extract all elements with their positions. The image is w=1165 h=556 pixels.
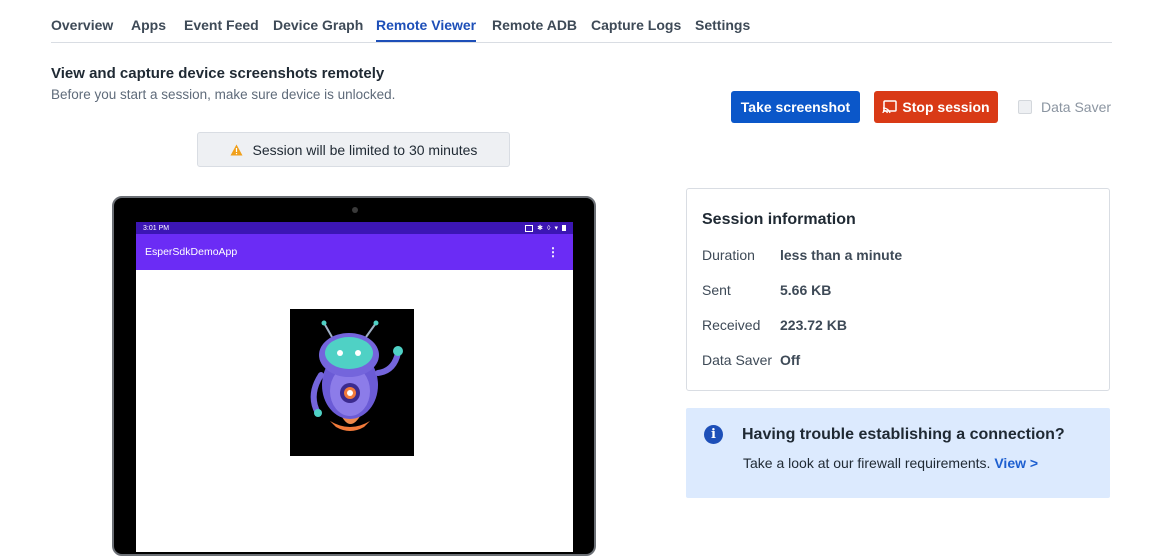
- tab-remote-adb[interactable]: Remote ADB: [492, 17, 577, 33]
- help-title: Having trouble establishing a connection…: [742, 426, 1065, 443]
- tab-settings[interactable]: Settings: [695, 17, 750, 33]
- info-value: 5.66 KB: [780, 282, 832, 298]
- device-app-title: EsperSdkDemoApp: [145, 246, 238, 258]
- device-status-time: 3:01 PM: [143, 224, 170, 232]
- data-saver-checkbox[interactable]: [1018, 100, 1032, 114]
- data-saver-toggle[interactable]: Data Saver: [1018, 99, 1111, 115]
- session-limit-notice: Session will be limited to 30 minutes: [197, 132, 510, 167]
- take-screenshot-label: Take screenshot: [740, 99, 851, 115]
- page-subtitle: Before you start a session, make sure de…: [51, 87, 396, 102]
- tab-bar: Overview Apps Event Feed Device Graph Re…: [51, 0, 1112, 43]
- camera-dot: [352, 207, 358, 213]
- device-screen[interactable]: 3:01 PM ✱ ◊ ▾ EsperSdkDemoApp ⋮: [136, 222, 573, 552]
- tab-device-graph[interactable]: Device Graph: [273, 17, 363, 33]
- more-vert-icon[interactable]: ⋮: [547, 245, 559, 259]
- stop-session-label: Stop session: [902, 99, 990, 115]
- info-label: Duration: [702, 247, 755, 263]
- tab-apps[interactable]: Apps: [131, 17, 166, 33]
- info-value: 223.72 KB: [780, 317, 847, 333]
- page-title: View and capture device screenshots remo…: [51, 65, 385, 82]
- robot-illustration: [310, 320, 403, 431]
- help-text-line: Take a look at our firewall requirements…: [743, 455, 1038, 471]
- info-icon: i: [704, 425, 723, 444]
- info-value: Off: [780, 352, 801, 368]
- data-saver-label: Data Saver: [1041, 99, 1112, 115]
- info-value: less than a minute: [780, 247, 903, 263]
- bluetooth-icon: ✱: [537, 225, 544, 232]
- session-info-title: Session information: [702, 211, 856, 228]
- notification-icon: [525, 224, 534, 232]
- help-text: Take a look at our firewall requirements…: [743, 455, 991, 471]
- take-screenshot-button[interactable]: Take screenshot: [731, 91, 860, 123]
- cast-icon: [882, 100, 898, 114]
- tab-event-feed[interactable]: Event Feed: [184, 17, 259, 33]
- info-label: Sent: [702, 282, 731, 298]
- tab-overview[interactable]: Overview: [51, 17, 113, 33]
- device-status-bar: 3:01 PM ✱ ◊ ▾: [136, 222, 573, 234]
- connection-help-banner: i Having trouble establishing a connecti…: [686, 408, 1110, 498]
- info-label: Received: [702, 317, 761, 333]
- session-info-card: Session information Duration less than a…: [686, 188, 1110, 391]
- battery-icon: [562, 225, 566, 231]
- location-icon: ◊: [547, 224, 551, 232]
- info-label: Data Saver: [702, 352, 773, 368]
- tab-capture-logs[interactable]: Capture Logs: [591, 17, 681, 33]
- warning-icon: [230, 144, 243, 156]
- stop-session-button[interactable]: Stop session: [874, 91, 998, 123]
- device-frame: 3:01 PM ✱ ◊ ▾ EsperSdkDemoApp ⋮: [112, 196, 596, 556]
- session-limit-text: Session will be limited to 30 minutes: [252, 141, 478, 158]
- wifi-icon: ▾: [554, 225, 558, 232]
- robot-image: [290, 309, 414, 456]
- view-firewall-link[interactable]: View >: [994, 455, 1038, 471]
- device-app-bar: EsperSdkDemoApp ⋮: [136, 234, 573, 270]
- tab-remote-viewer[interactable]: Remote Viewer: [376, 17, 477, 42]
